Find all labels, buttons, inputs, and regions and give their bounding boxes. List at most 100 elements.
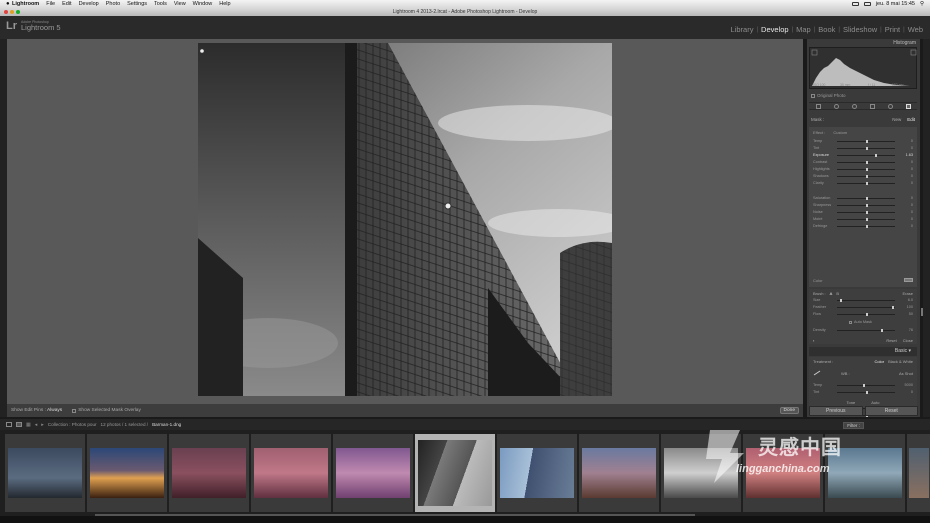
slider-knob[interactable] bbox=[866, 196, 868, 200]
toggle-switch-icon[interactable]: ▪ bbox=[813, 338, 814, 343]
close-window-icon[interactable] bbox=[4, 10, 8, 14]
photo-canvas[interactable] bbox=[7, 39, 803, 404]
slider-track[interactable] bbox=[837, 312, 895, 316]
slider-knob[interactable] bbox=[839, 298, 842, 302]
slider-tint[interactable]: Tint 0 bbox=[813, 145, 915, 151]
slider-track[interactable] bbox=[837, 217, 895, 221]
main-window-icon[interactable] bbox=[6, 422, 12, 427]
filmstrip-thumb[interactable] bbox=[497, 434, 577, 512]
slider-knob[interactable] bbox=[866, 160, 868, 164]
slider-knob[interactable] bbox=[866, 139, 868, 143]
module-map[interactable]: Map bbox=[793, 25, 814, 34]
filmstrip-thumb[interactable] bbox=[169, 434, 249, 512]
back-arrow-icon[interactable]: ◂ bbox=[35, 422, 38, 428]
slider-value[interactable]: 0 bbox=[895, 160, 913, 164]
minimize-window-icon[interactable] bbox=[10, 10, 14, 14]
slider-value[interactable]: 6.0 bbox=[895, 298, 913, 302]
module-book[interactable]: Book bbox=[815, 25, 838, 34]
slider-value[interactable]: 76 bbox=[895, 328, 913, 332]
slider-value[interactable]: 0 bbox=[895, 224, 913, 228]
grid-icon[interactable]: ▦ bbox=[26, 422, 31, 428]
slider-feather[interactable]: Feather 100 bbox=[813, 304, 915, 310]
menu-view[interactable]: View bbox=[174, 1, 186, 7]
radial-filter-icon[interactable] bbox=[887, 103, 893, 109]
histogram[interactable]: ISO 100 35 mm f / 11 180 sec bbox=[809, 47, 917, 89]
slider-knob[interactable] bbox=[892, 305, 895, 309]
brush-erase[interactable]: Erase bbox=[903, 291, 913, 296]
slider-sharpness[interactable]: Sharpness 0 bbox=[813, 202, 915, 208]
slider-moir[interactable]: Moiré 0 bbox=[813, 216, 915, 222]
slider-exposure[interactable]: Exposure 1.63 bbox=[813, 152, 915, 158]
eyedropper-icon[interactable] bbox=[813, 370, 821, 376]
filmstrip-thumb[interactable] bbox=[5, 434, 85, 512]
slider-highlights[interactable]: Highlights 0 bbox=[813, 166, 915, 172]
slider-value[interactable]: 0 bbox=[895, 210, 913, 214]
slider-track[interactable] bbox=[837, 174, 895, 178]
slider-knob[interactable] bbox=[866, 390, 868, 394]
slider-knob[interactable] bbox=[863, 383, 866, 387]
menu-develop[interactable]: Develop bbox=[79, 1, 99, 7]
module-library[interactable]: Library bbox=[728, 25, 757, 34]
slider-knob[interactable] bbox=[866, 146, 868, 150]
wifi-icon[interactable] bbox=[851, 2, 859, 6]
slider-track[interactable] bbox=[837, 390, 895, 394]
reset-link[interactable]: Reset bbox=[886, 338, 896, 343]
right-panel-edge[interactable] bbox=[923, 39, 930, 417]
slider-track[interactable] bbox=[837, 224, 895, 228]
checkbox-icon[interactable] bbox=[811, 93, 815, 98]
histogram-header[interactable]: Histogram bbox=[807, 39, 920, 47]
slider-value[interactable]: 1.63 bbox=[895, 153, 913, 157]
effect-preset-select[interactable]: Custom bbox=[833, 130, 847, 135]
slider-value[interactable]: 0 bbox=[895, 390, 913, 394]
slider-clarity[interactable]: Clarity 0 bbox=[813, 180, 915, 186]
mask-edit[interactable]: Edit bbox=[907, 117, 915, 122]
previous-button[interactable]: Previous bbox=[809, 406, 863, 416]
slider-track[interactable] bbox=[837, 139, 895, 143]
slider-temp[interactable]: Temp 0 bbox=[813, 138, 915, 144]
graduated-filter-icon[interactable] bbox=[869, 103, 875, 109]
slider-value[interactable]: 0 bbox=[895, 139, 913, 143]
slider-value[interactable]: 0 bbox=[895, 203, 913, 207]
module-slideshow[interactable]: Slideshow bbox=[840, 25, 880, 34]
slider-track[interactable] bbox=[837, 383, 895, 387]
red-eye-icon[interactable] bbox=[851, 103, 857, 109]
treatment-color[interactable]: Color bbox=[875, 359, 885, 364]
slider-value[interactable]: 0 bbox=[895, 146, 913, 150]
battery-icon[interactable] bbox=[863, 2, 871, 6]
slider-track[interactable] bbox=[837, 203, 895, 207]
slider-noise[interactable]: Noise 0 bbox=[813, 209, 915, 215]
checkbox-icon[interactable] bbox=[72, 408, 77, 413]
slider-knob[interactable] bbox=[866, 210, 868, 214]
zoom-window-icon[interactable] bbox=[16, 10, 20, 14]
slider-knob[interactable] bbox=[866, 203, 868, 207]
menu-file[interactable]: File bbox=[46, 1, 55, 7]
slider-track[interactable] bbox=[837, 210, 895, 214]
slider-knob[interactable] bbox=[881, 328, 884, 332]
slider-knob[interactable] bbox=[875, 153, 878, 157]
menu-help[interactable]: Help bbox=[219, 1, 230, 7]
bottom-panel-edge[interactable] bbox=[0, 516, 930, 523]
module-print[interactable]: Print bbox=[882, 25, 903, 34]
auto-mask-checkbox[interactable]: Auto Mask bbox=[849, 320, 872, 324]
slider-knob[interactable] bbox=[866, 224, 868, 228]
wb-select[interactable]: As Shot bbox=[899, 371, 913, 376]
slider-track[interactable] bbox=[837, 298, 895, 302]
slider-value[interactable]: 50 bbox=[895, 312, 913, 316]
done-button[interactable]: Done bbox=[779, 407, 799, 414]
basic-panel-header[interactable]: Basic ▾ bbox=[809, 347, 917, 356]
panel-scrollbar[interactable] bbox=[921, 308, 923, 316]
forward-arrow-icon[interactable]: ▸ bbox=[41, 422, 44, 428]
filmstrip-thumb[interactable] bbox=[579, 434, 659, 512]
menu-photo[interactable]: Photo bbox=[106, 1, 120, 7]
menu-settings[interactable]: Settings bbox=[127, 1, 147, 7]
filmstrip-thumb[interactable] bbox=[333, 434, 413, 512]
slider-knob[interactable] bbox=[866, 167, 868, 171]
show-edit-pins-select[interactable]: Always bbox=[47, 408, 62, 413]
color-swatch[interactable] bbox=[904, 278, 913, 282]
slider-defringe[interactable]: Defringe 0 bbox=[813, 223, 915, 229]
mask-overlay-checkbox[interactable]: Show Selected Mask Overlay bbox=[72, 408, 141, 413]
search-icon[interactable]: ⚲ bbox=[920, 1, 924, 7]
slider-knob[interactable] bbox=[866, 217, 868, 221]
slider-knob[interactable] bbox=[866, 312, 868, 316]
adjustment-brush-icon[interactable] bbox=[905, 103, 911, 109]
